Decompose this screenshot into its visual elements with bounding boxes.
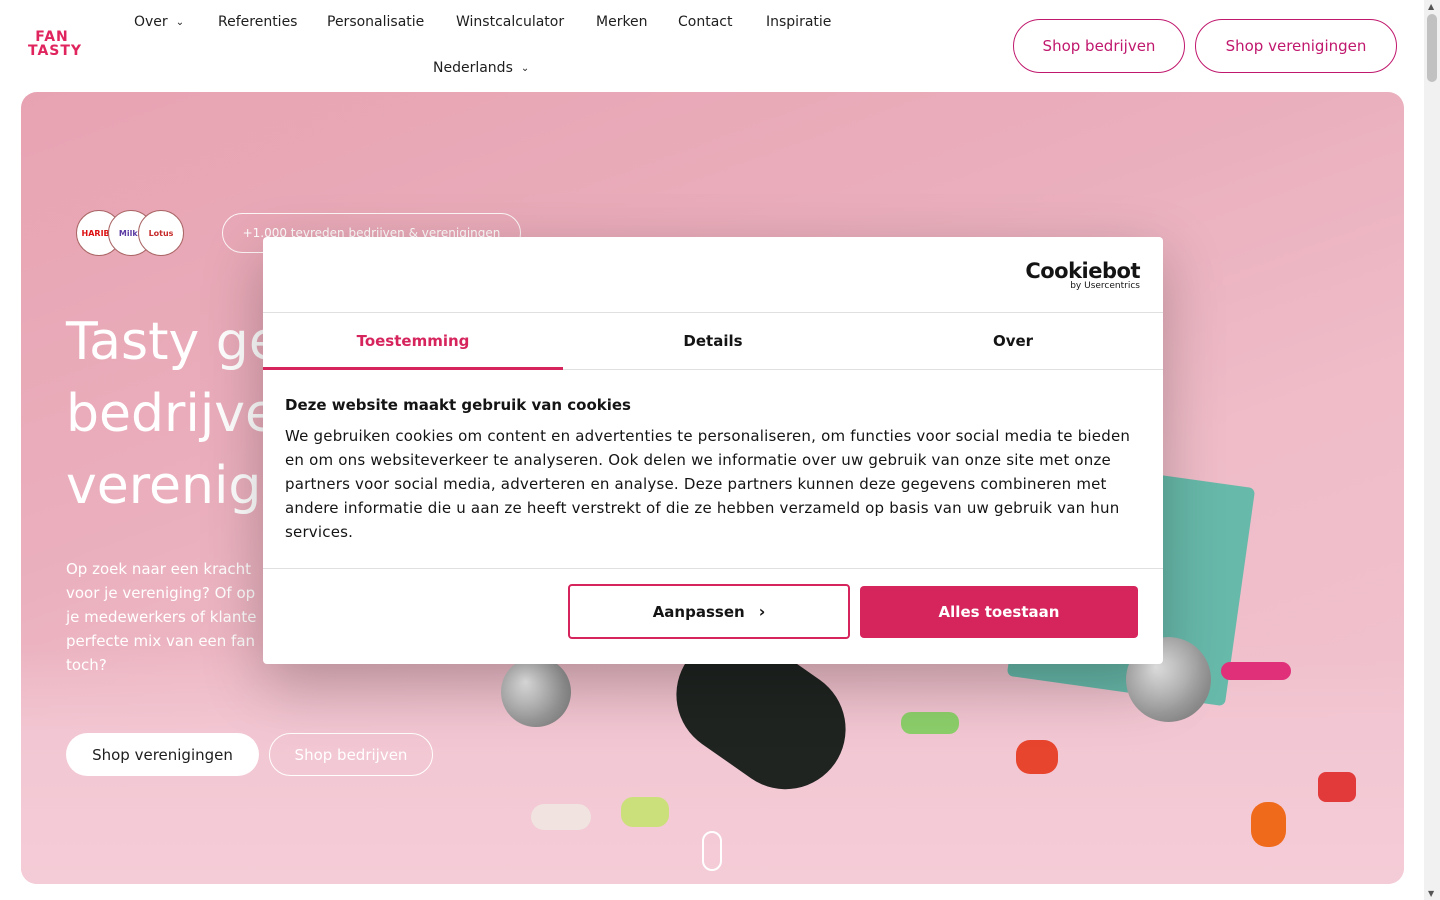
disco-ball-image (501, 657, 571, 727)
nav-item-inspiratie[interactable]: Inspiratie (766, 14, 831, 30)
nav-item-winstcalculator[interactable]: Winstcalculator (456, 14, 564, 30)
cookiebot-logo: Cookiebot by Usercentrics (1025, 259, 1140, 291)
candy-image (531, 804, 591, 830)
divider (263, 568, 1163, 569)
nav-item-contact[interactable]: Contact (678, 14, 732, 30)
customize-button[interactable]: Aanpassen › (568, 584, 850, 639)
nav-item-merken[interactable]: Merken (596, 14, 648, 30)
fantasty-logo[interactable]: FAN TASTY (28, 30, 81, 62)
nav-item-referenties[interactable]: Referenties (218, 14, 297, 30)
chevron-down-icon: ⌄ (520, 63, 530, 74)
scroll-up-arrow-icon[interactable]: ▲ (1428, 2, 1434, 11)
cookie-tabs: Toestemming Details Over (263, 313, 1163, 370)
cookie-body-text: We gebruiken cookies om content en adver… (285, 427, 1131, 541)
hero-shop-verenigingen-button[interactable]: Shop verenigingen (66, 733, 259, 776)
candy-image (1221, 662, 1291, 680)
scrollbar-thumb[interactable] (1427, 14, 1437, 82)
shop-verenigingen-button[interactable]: Shop verenigingen (1195, 19, 1397, 73)
tab-over[interactable]: Over (863, 313, 1163, 369)
candy-image (621, 797, 669, 827)
candy-image (1251, 802, 1286, 847)
nav-item-personalisatie[interactable]: Personalisatie (327, 14, 424, 30)
hero-shop-bedrijven-button[interactable]: Shop bedrijven (269, 733, 433, 776)
candy-image (901, 712, 959, 734)
nav-item-over[interactable]: Over ⌄ (134, 14, 184, 30)
cookie-heading: Deze website maakt gebruik van cookies (285, 396, 631, 414)
language-selector[interactable]: Nederlands ⌄ (433, 60, 529, 76)
brand-logos: HARIBO Milka Lotus (76, 210, 186, 256)
tab-toestemming[interactable]: Toestemming (263, 313, 563, 370)
page-scrollbar[interactable]: ▲ ▼ (1424, 0, 1440, 900)
site-header: FAN TASTY Over ⌄ Referenties Personalisat… (0, 0, 1424, 92)
scroll-down-arrow-icon[interactable]: ▼ (1428, 889, 1434, 898)
lotus-logo: Lotus (138, 210, 184, 256)
allow-all-button[interactable]: Alles toestaan (860, 586, 1138, 638)
candy-image (1318, 772, 1356, 802)
scroll-mouse-icon[interactable] (702, 831, 722, 871)
chevron-right-icon: › (758, 602, 766, 621)
chevron-down-icon: ⌄ (175, 17, 185, 28)
candy-image (1016, 740, 1058, 774)
cookie-consent-dialog: Cookiebot by Usercentrics Toestemming De… (263, 237, 1163, 664)
shop-bedrijven-button[interactable]: Shop bedrijven (1013, 19, 1185, 73)
tab-details[interactable]: Details (563, 313, 863, 369)
